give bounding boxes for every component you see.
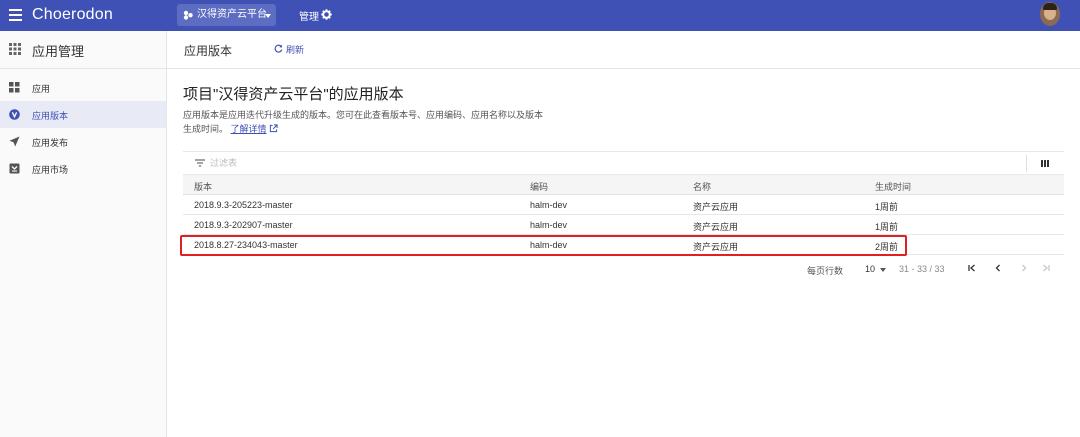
user-avatar[interactable] xyxy=(1040,2,1060,26)
market-icon xyxy=(9,163,20,174)
refresh-icon xyxy=(274,44,283,53)
filter-input[interactable] xyxy=(210,155,510,171)
next-page-icon[interactable] xyxy=(1019,263,1029,273)
page-header: 应用版本 刷新 xyxy=(167,31,1080,69)
name-cell: 资产云应用 xyxy=(693,202,739,212)
filter-icon xyxy=(195,159,205,167)
project-selector[interactable]: 汉得资产云平台 xyxy=(177,4,276,26)
sidebar: 应用管理 应用 应用版本 应用发布 应用市场 xyxy=(0,31,167,437)
version-cell: 2018.8.27-234043-master xyxy=(194,240,298,250)
code-cell: halm-dev xyxy=(530,240,568,250)
columns-icon[interactable] xyxy=(1041,160,1049,167)
table-row[interactable]: 2018.9.3-202907-master halm-dev 资产云应用 1周… xyxy=(183,215,1064,235)
code-cell: halm-dev xyxy=(530,220,568,230)
learn-more-link[interactable]: 了解详情 xyxy=(231,124,267,134)
grid-menu-icon[interactable] xyxy=(9,43,21,55)
versions-table: 版本 编码 名称 生成时间 2018.9.3-205223-master hal… xyxy=(183,175,1064,255)
created-cell: 1周前 xyxy=(875,222,899,232)
name-cell: 资产云应用 xyxy=(693,222,739,232)
sidebar-header: 应用管理 xyxy=(0,31,166,69)
table-pagination: 每页行数 10 31 - 33 / 33 xyxy=(183,258,1064,278)
table-header: 版本 编码 名称 生成时间 xyxy=(183,175,1064,195)
manage-link[interactable]: 管理 xyxy=(299,8,319,23)
sidebar-item-label: 应用版本 xyxy=(32,111,69,121)
created-cell: 1周前 xyxy=(875,202,899,212)
page-description: 应用版本是应用迭代升级生成的版本。您可在此查看版本号、应用编码、应用名称以及版本… xyxy=(183,108,543,136)
sidebar-item-label: 应用发布 xyxy=(32,138,69,148)
project-icon xyxy=(183,10,193,20)
rows-per-page-select[interactable]: 10 xyxy=(865,264,875,274)
sidebar-item-publish[interactable]: 应用发布 xyxy=(0,128,166,155)
sidebar-title: 应用管理 xyxy=(32,44,85,59)
filter-divider xyxy=(1026,155,1027,172)
sidebar-item-versions[interactable]: 应用版本 xyxy=(0,101,166,128)
page-range: 31 - 33 / 33 xyxy=(899,264,945,274)
version-cell: 2018.9.3-202907-master xyxy=(194,220,293,230)
table-row[interactable]: 2018.8.27-234043-master halm-dev 资产云应用 2… xyxy=(183,235,1064,255)
table-filter-bar xyxy=(183,151,1064,175)
table-row[interactable]: 2018.9.3-205223-master halm-dev 资产云应用 1周… xyxy=(183,195,1064,215)
section-title: 项目"汉得资产云平台"的应用版本 xyxy=(183,86,404,103)
column-header-version[interactable]: 版本 xyxy=(194,180,212,193)
app-logo: Choerodon xyxy=(32,6,113,23)
first-page-icon[interactable] xyxy=(967,263,977,273)
menu-icon[interactable] xyxy=(9,9,22,21)
external-link-icon[interactable] xyxy=(269,124,278,133)
last-page-icon[interactable] xyxy=(1041,263,1051,273)
chevron-down-icon xyxy=(265,14,271,18)
apps-icon xyxy=(9,82,20,93)
sidebar-item-label: 应用市场 xyxy=(32,165,69,175)
rows-per-page-label: 每页行数 xyxy=(807,266,844,276)
gear-icon[interactable] xyxy=(321,9,332,20)
project-name: 汉得资产云平台 xyxy=(197,9,267,20)
chevron-down-icon[interactable] xyxy=(880,268,886,272)
sidebar-item-market[interactable]: 应用市场 xyxy=(0,155,166,182)
name-cell: 资产云应用 xyxy=(693,242,739,252)
sidebar-item-label: 应用 xyxy=(32,84,51,94)
column-header-name[interactable]: 名称 xyxy=(693,180,711,193)
version-cell: 2018.9.3-205223-master xyxy=(194,200,293,210)
prev-page-icon[interactable] xyxy=(993,263,1003,273)
column-header-code[interactable]: 编码 xyxy=(530,180,548,193)
created-cell: 2周前 xyxy=(875,242,899,252)
code-cell: halm-dev xyxy=(530,200,568,210)
version-icon xyxy=(9,109,20,120)
sidebar-item-apps[interactable]: 应用 xyxy=(0,74,166,101)
send-icon xyxy=(9,136,20,147)
page-title: 应用版本 xyxy=(184,44,233,58)
refresh-label: 刷新 xyxy=(286,45,305,55)
avatar-hair xyxy=(1043,3,1057,10)
top-app-bar: Choerodon 汉得资产云平台 管理 xyxy=(0,0,1080,31)
column-header-created[interactable]: 生成时间 xyxy=(875,180,911,193)
